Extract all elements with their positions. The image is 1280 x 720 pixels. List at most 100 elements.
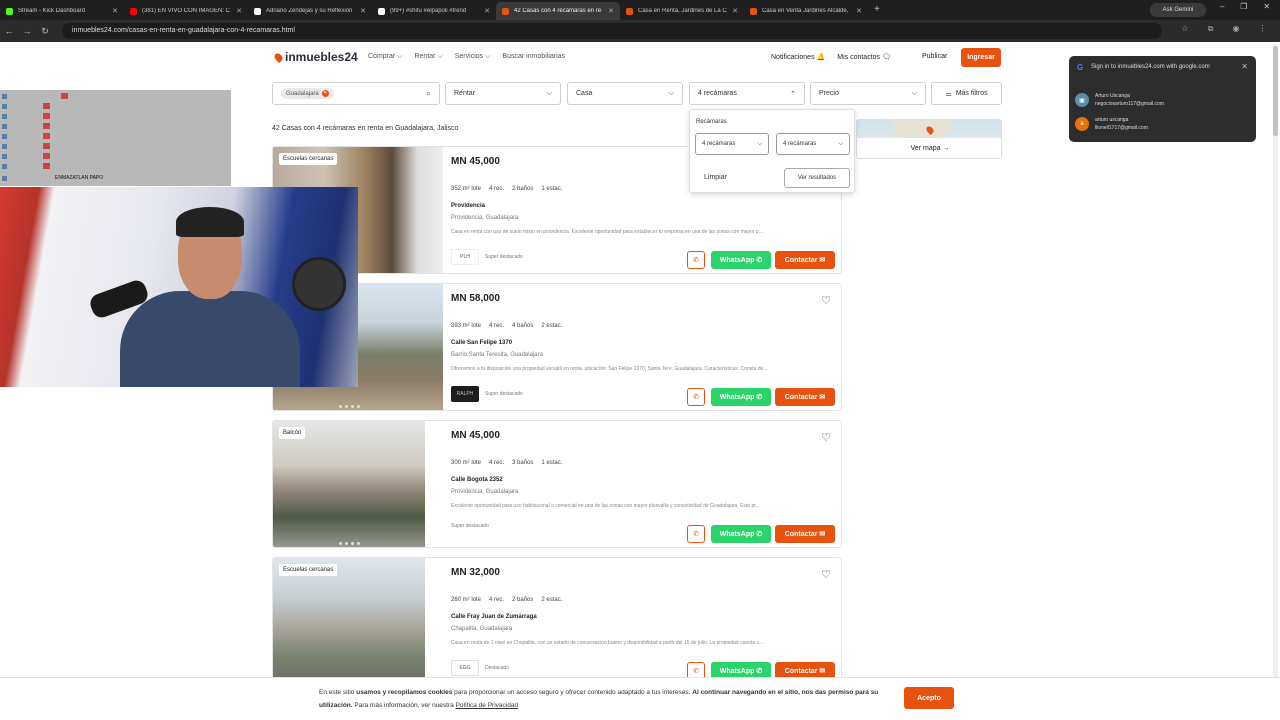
- favorite-heart-icon[interactable]: ♡: [821, 431, 831, 444]
- profile-icon[interactable]: ◉: [1232, 24, 1239, 34]
- contact-button[interactable]: Contactar ✉: [775, 525, 835, 543]
- browser-tab[interactable]: Adriano Zendejas y su Reflexión ✕: [248, 2, 372, 20]
- back-icon[interactable]: ←: [0, 26, 18, 36]
- close-tab-icon[interactable]: ✕: [112, 7, 118, 15]
- google-account-item[interactable]: ▣ Arturo Uscanga negociosarturo117@gmail.…: [1075, 89, 1245, 111]
- google-account-item[interactable]: a arturo uscanga llionell1717@gmail.com: [1075, 113, 1245, 135]
- fan-icon: [292, 257, 346, 311]
- listing-badge: Balcón: [279, 427, 306, 439]
- photo-carousel-dots[interactable]: [339, 405, 360, 408]
- rooms-max-select[interactable]: 4 recámaras ⌵: [776, 133, 850, 155]
- browser-tab[interactable]: Casa en Renta, Jardines de La C ✕: [620, 2, 744, 20]
- main-nav: Comprar ⌵ Rentar ⌵ Servicios ⌵ Buscar in…: [368, 53, 565, 61]
- scrollbar-thumb[interactable]: [1273, 46, 1278, 136]
- contact-button[interactable]: Contactar ✉: [775, 388, 835, 406]
- reload-icon[interactable]: ↻: [36, 26, 54, 37]
- call-button[interactable]: ✆: [687, 388, 705, 406]
- new-tab-button[interactable]: +: [874, 2, 880, 20]
- operation-select[interactable]: Rentar ⌵: [445, 82, 561, 105]
- search-icon[interactable]: ⌕: [427, 89, 431, 99]
- favorite-heart-icon[interactable]: ♡: [821, 568, 831, 581]
- close-tab-icon[interactable]: ✕: [236, 7, 242, 15]
- listing-description: Casa en renta con uso de suelo mixto en …: [451, 229, 763, 235]
- close-tab-icon[interactable]: ✕: [856, 7, 862, 15]
- listing-publisher: PLH Super destacado: [451, 249, 523, 265]
- browser-toolbar-icons: ☆ ⧉ ◉ ⋮: [1172, 24, 1276, 34]
- clear-button[interactable]: Limpiar: [704, 174, 727, 181]
- browser-tab[interactable]: Stream - Kick Dashboard ✕: [0, 2, 124, 20]
- view-map-link[interactable]: Ver mapa →: [857, 138, 1001, 158]
- browser-tab[interactable]: (99+) #shifu #elpapoli #trend ✕: [372, 2, 496, 20]
- nav-rentar[interactable]: Rentar ⌵: [414, 53, 442, 61]
- listing-publisher: EGG Destacado: [451, 660, 509, 676]
- bookmark-star-icon[interactable]: ☆: [1182, 24, 1189, 34]
- listing-card[interactable]: Balcón MN 45,000 ♡ 300 m² lote 4 rec. 3 ba…: [272, 420, 842, 548]
- whatsapp-button[interactable]: WhatsApp ✆: [711, 525, 771, 543]
- page-scrollbar[interactable]: [1273, 44, 1278, 677]
- contacts-link[interactable]: Mis contactos 🗨: [837, 53, 891, 61]
- privacy-policy-link[interactable]: Política de Privacidad: [456, 702, 519, 709]
- listing-photo[interactable]: Escuelas cercanas: [273, 558, 425, 684]
- publisher-logo[interactable]: RALPH: [451, 386, 479, 402]
- nav-servicios[interactable]: Servicios ⌵: [455, 53, 491, 61]
- accept-cookies-button[interactable]: Acepto: [904, 687, 954, 709]
- maximize-icon[interactable]: ❐: [1240, 2, 1247, 18]
- whatsapp-button[interactable]: WhatsApp ✆: [711, 251, 771, 269]
- url-field[interactable]: inmuebles24.com/casas-en-renta-en-guadal…: [62, 23, 1162, 39]
- tab-favicon-icon: [6, 7, 13, 15]
- browser-tab[interactable]: (381) EN VIVO CON IMAGEN: C ✕: [124, 2, 248, 20]
- whatsapp-button[interactable]: WhatsApp ✆: [711, 388, 771, 406]
- close-tab-icon[interactable]: ✕: [608, 7, 614, 15]
- nav-comprar[interactable]: Comprar ⌵: [368, 53, 402, 61]
- tab-favicon-icon: [502, 7, 509, 15]
- location-search-input[interactable]: Guadalajara ✕ ⌕: [272, 82, 440, 105]
- chat-message: [2, 92, 68, 100]
- publish-link[interactable]: Publicar: [922, 53, 947, 60]
- close-tab-icon[interactable]: ✕: [732, 7, 738, 15]
- browser-tab[interactable]: Casa en Venta Jardines Alcalde, ✕: [744, 2, 868, 20]
- rooms-select[interactable]: 4 recámaras ⌃: [689, 82, 805, 105]
- rooms-dropdown: Recámaras 4 recámaras ⌵ 4 recámaras ⌵ Limp…: [689, 109, 855, 193]
- nav-buscar-inmobiliarias[interactable]: Buscar inmobiliarias: [502, 53, 565, 61]
- map-preview[interactable]: Ver mapa →: [856, 119, 1002, 159]
- logo-pin-icon: [272, 51, 285, 63]
- results-title: 42 Casas con 4 recámaras en renta en Gua…: [272, 125, 459, 132]
- window-controls: – ❐ ✕: [1212, 2, 1278, 18]
- extensions-icon[interactable]: ⧉: [1208, 24, 1214, 34]
- listing-price: MN 32,000: [451, 567, 500, 578]
- chat-message: [2, 112, 50, 120]
- menu-icon[interactable]: ⋮: [1258, 24, 1266, 34]
- property-type-select[interactable]: Casa ⌵: [567, 82, 683, 105]
- view-results-button[interactable]: Ver resultados: [784, 168, 850, 188]
- photo-carousel-dots[interactable]: [339, 542, 360, 545]
- close-window-icon[interactable]: ✕: [1263, 2, 1270, 18]
- notifications-link[interactable]: Notificaciones 🔔: [771, 53, 825, 61]
- listing-description: Casa en renta de 1 nivel en Chapalita, c…: [451, 640, 764, 646]
- login-button[interactable]: Ingresar: [961, 48, 1001, 67]
- phone-icon: ✆: [693, 394, 699, 401]
- forward-icon[interactable]: →: [18, 26, 36, 36]
- browser-tab-active[interactable]: 42 Casas con 4 recámaras en re ✕: [496, 2, 620, 20]
- tab-favicon-icon: [626, 7, 633, 15]
- more-filters-button[interactable]: ⚌ Más filtros: [931, 82, 1002, 105]
- contact-button[interactable]: Contactar ✉: [775, 251, 835, 269]
- google-signin-popup: G Sign in to inmuebles24.com with google…: [1069, 56, 1256, 142]
- price-select[interactable]: Precio ⌵: [810, 82, 926, 105]
- publisher-logo[interactable]: EGG: [451, 660, 479, 676]
- ask-gemini-button[interactable]: Ask Gemini: [1150, 3, 1206, 17]
- favorite-heart-icon[interactable]: ♡: [821, 294, 831, 307]
- call-button[interactable]: ✆: [687, 525, 705, 543]
- google-logo-icon: G: [1077, 63, 1084, 72]
- minimize-icon[interactable]: –: [1220, 2, 1224, 18]
- listing-card[interactable]: Escuelas cercanas MN 32,000 ♡ 260 m² lot…: [272, 557, 842, 685]
- close-tab-icon[interactable]: ✕: [360, 7, 366, 15]
- listing-photo[interactable]: Balcón: [273, 421, 425, 547]
- close-tab-icon[interactable]: ✕: [484, 7, 490, 15]
- rooms-min-select[interactable]: 4 recámaras ⌵: [695, 133, 769, 155]
- site-logo[interactable]: inmuebles24: [272, 50, 358, 64]
- chevron-down-icon: ⌵: [668, 89, 674, 97]
- remove-chip-icon[interactable]: ✕: [321, 90, 329, 97]
- publisher-logo[interactable]: PLH: [451, 249, 479, 265]
- close-icon[interactable]: ✕: [1241, 62, 1248, 71]
- call-button[interactable]: ✆: [687, 251, 705, 269]
